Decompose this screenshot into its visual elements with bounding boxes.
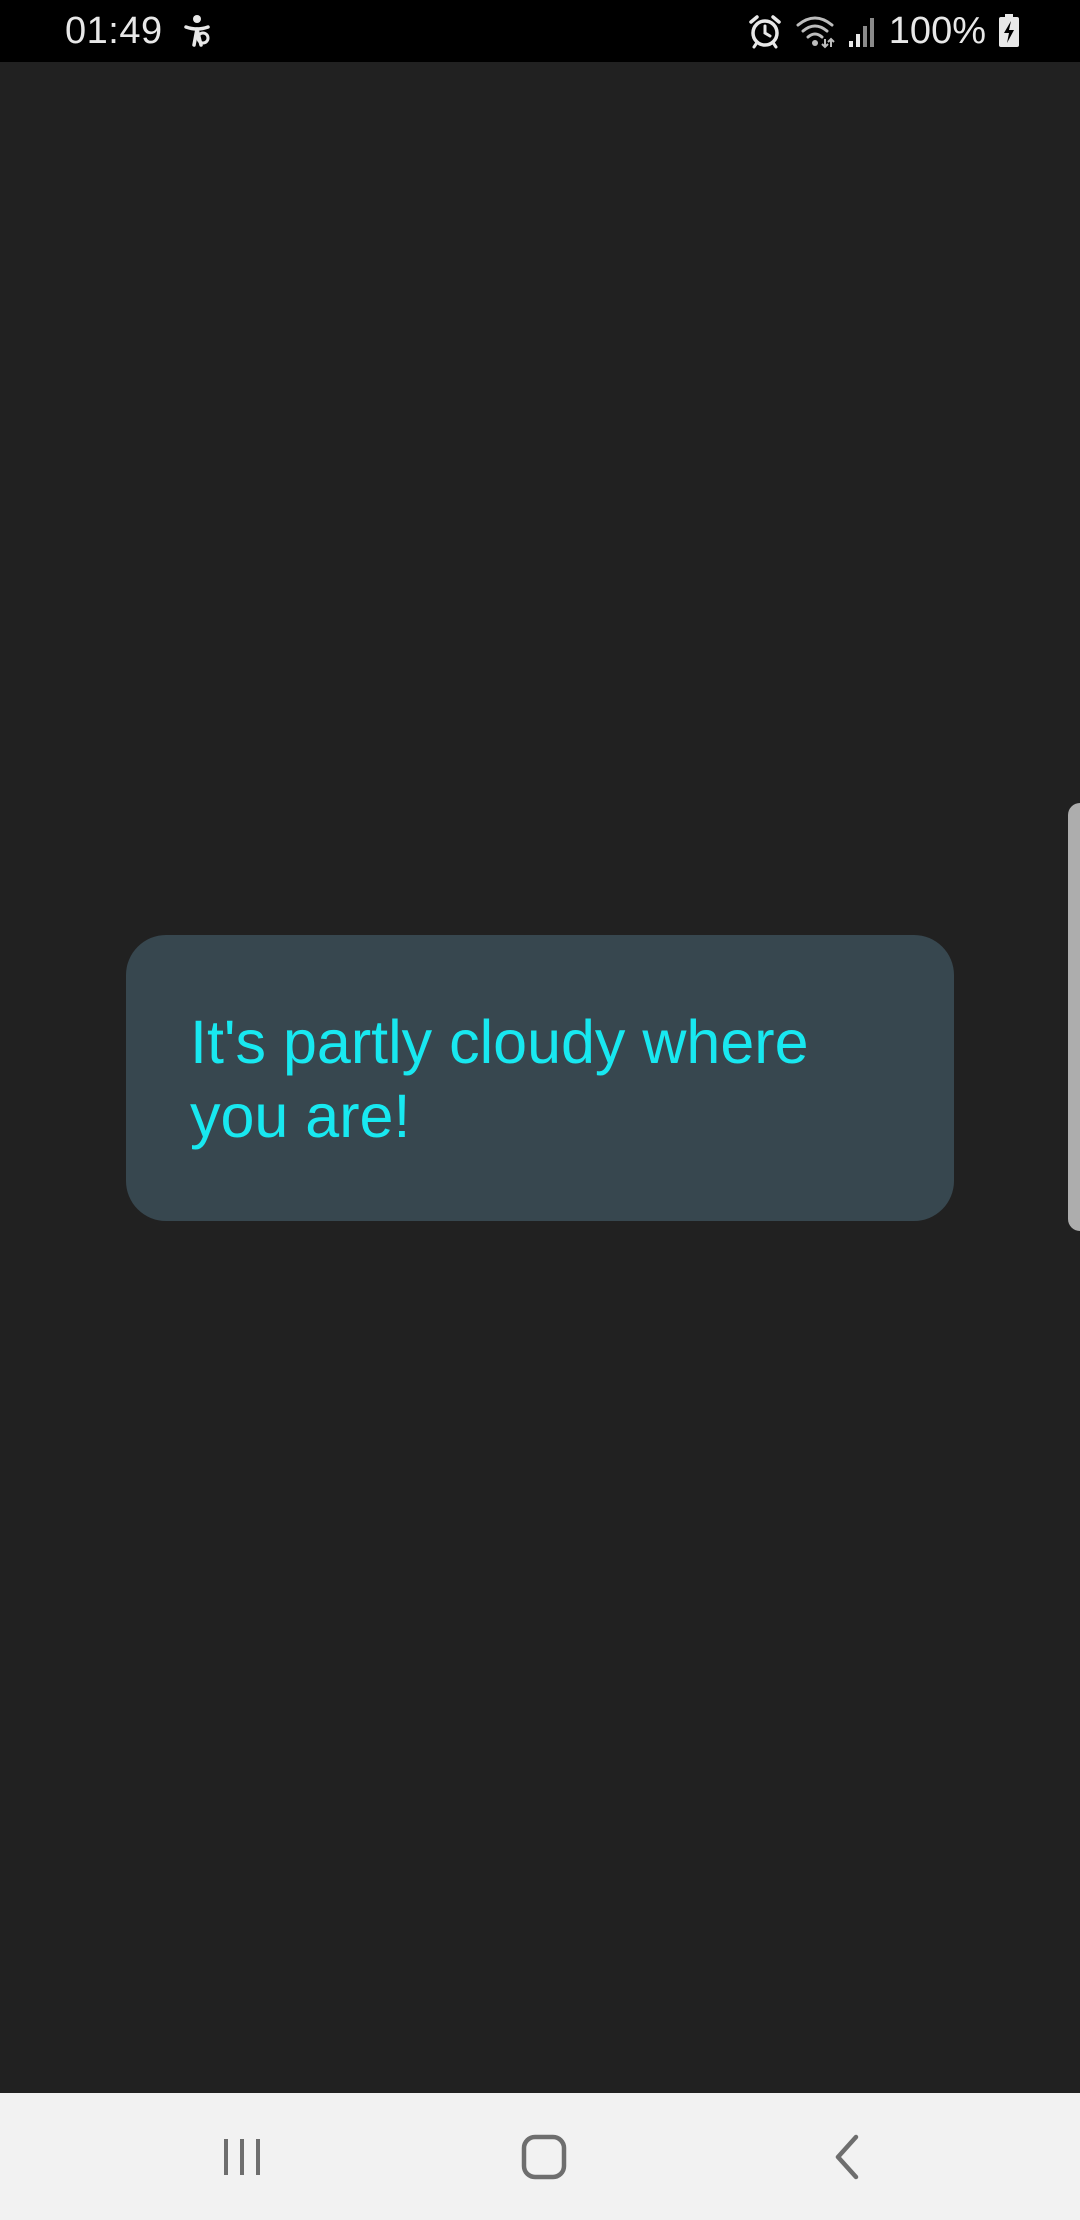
battery-percentage: 100% [888, 10, 986, 52]
battery-charging-icon [998, 14, 1020, 48]
wifi-icon [795, 13, 835, 49]
recents-button[interactable] [162, 2093, 322, 2220]
navigation-bar [0, 2093, 1080, 2220]
status-time: 01:49 [65, 10, 163, 52]
recents-icon [220, 2137, 264, 2177]
accessibility-icon [180, 14, 214, 48]
back-icon [832, 2134, 862, 2180]
cell-signal-icon [847, 13, 877, 49]
status-icons: 100% [747, 10, 1020, 52]
home-icon [521, 2134, 567, 2180]
edge-panel-handle[interactable] [1068, 803, 1080, 1231]
status-bar: 01:49 100% [0, 0, 1080, 62]
home-button[interactable] [464, 2093, 624, 2220]
alarm-icon [747, 13, 783, 49]
back-button[interactable] [767, 2093, 927, 2220]
weather-message-card: It's partly cloudy where you are! [126, 935, 954, 1221]
weather-message-text: It's partly cloudy where you are! [190, 1008, 809, 1150]
app-screen: 01:49 100% It's partly cloudy where you … [0, 0, 1080, 2220]
